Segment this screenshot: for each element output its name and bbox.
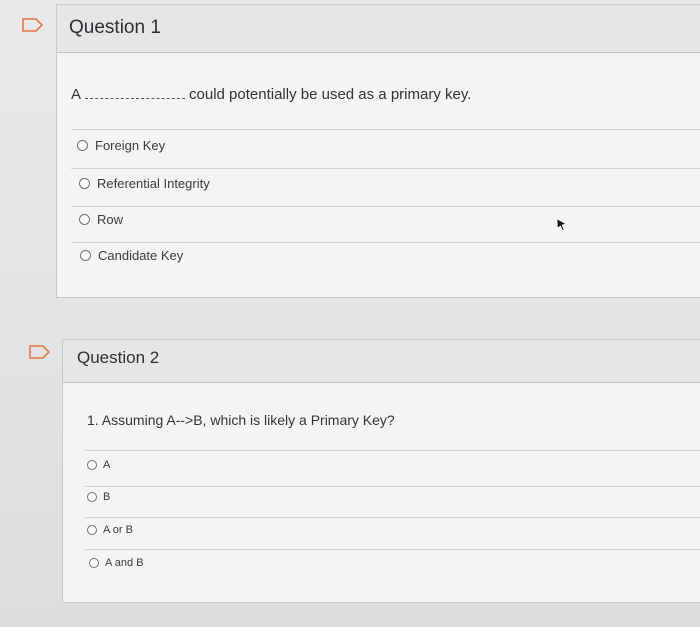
mouse-pointer-icon bbox=[556, 218, 568, 237]
divider bbox=[85, 486, 700, 487]
question-2-prompt: 1. Assuming A-->B, which is likely a Pri… bbox=[87, 412, 395, 428]
option-label: Foreign Key bbox=[95, 138, 166, 153]
question-1-prompt: Acould potentially be used as a primary … bbox=[71, 86, 471, 103]
radio-button[interactable] bbox=[87, 525, 97, 535]
divider bbox=[85, 517, 700, 518]
option-label: A bbox=[103, 459, 111, 471]
question-1-prompt-suffix: could potentially be used as a primary k… bbox=[189, 86, 472, 103]
radio-button[interactable] bbox=[87, 492, 97, 502]
divider bbox=[85, 450, 700, 451]
radio-button[interactable] bbox=[80, 250, 91, 261]
answer-blank bbox=[85, 88, 186, 99]
radio-button[interactable] bbox=[89, 558, 99, 568]
radio-button[interactable] bbox=[79, 214, 90, 225]
option-foreign-key[interactable]: Foreign Key bbox=[77, 138, 165, 153]
divider bbox=[85, 549, 700, 550]
radio-button[interactable] bbox=[87, 460, 97, 470]
question-2-title: Question 2 bbox=[77, 348, 160, 367]
radio-button[interactable] bbox=[79, 178, 90, 189]
question-1-header: Question 1 bbox=[57, 5, 700, 53]
divider bbox=[71, 168, 700, 169]
option-a-or-b[interactable]: A or B bbox=[87, 524, 133, 536]
divider bbox=[71, 206, 700, 207]
question-1-flag-icon[interactable] bbox=[22, 18, 44, 32]
question-1-card: Question 1 Acould potentially be used as… bbox=[56, 4, 700, 298]
question-2-card: Question 2 1. Assuming A-->B, which is l… bbox=[62, 339, 700, 603]
option-a-and-b[interactable]: A and B bbox=[89, 557, 144, 569]
option-label: Candidate Key bbox=[98, 248, 184, 263]
option-row[interactable]: Row bbox=[79, 212, 123, 227]
divider bbox=[71, 242, 700, 243]
option-candidate-key[interactable]: Candidate Key bbox=[80, 248, 183, 263]
radio-button[interactable] bbox=[77, 140, 88, 151]
option-a[interactable]: A bbox=[87, 459, 110, 471]
question-1-prompt-prefix: A bbox=[71, 86, 82, 103]
question-1-title: Question 1 bbox=[69, 17, 161, 38]
divider bbox=[71, 129, 700, 130]
question-2-header: Question 2 bbox=[63, 340, 700, 383]
option-label: Referential Integrity bbox=[97, 176, 210, 191]
option-label: A or B bbox=[103, 524, 133, 536]
option-b[interactable]: B bbox=[87, 491, 110, 503]
option-label: B bbox=[103, 491, 111, 503]
question-2-flag-icon[interactable] bbox=[29, 345, 51, 359]
option-referential-integrity[interactable]: Referential Integrity bbox=[79, 176, 210, 191]
option-label: Row bbox=[97, 212, 124, 227]
option-label: A and B bbox=[105, 557, 144, 569]
